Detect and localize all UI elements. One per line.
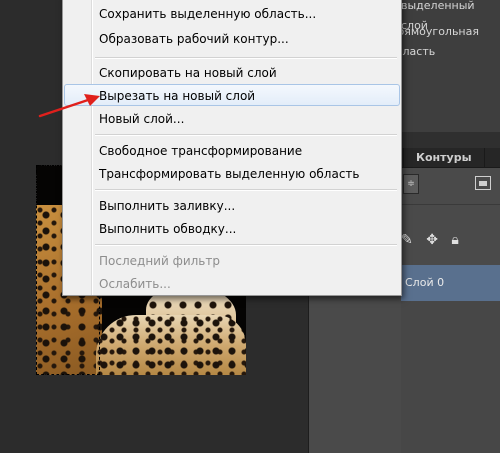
image-filter-icon[interactable]	[475, 176, 491, 190]
brush-lock-icon[interactable]: ✎	[401, 232, 413, 248]
menu-item-fill[interactable]: Выполнить заливку...	[65, 195, 399, 217]
kind-filter-select[interactable]: ≑	[403, 174, 419, 194]
menu-separator	[95, 189, 397, 191]
divider	[401, 204, 500, 205]
menu-item-save-selection[interactable]: Сохранить выделенную область...	[65, 3, 399, 25]
move-lock-icon[interactable]: ✥	[426, 232, 438, 248]
context-menu: Сохранить выделенную область... Образова…	[62, 0, 402, 296]
menu-separator	[95, 244, 397, 246]
menu-item-transform-selection[interactable]: Трансформировать выделенную область	[65, 163, 399, 185]
annotation-arrow	[38, 94, 100, 118]
tab-contours[interactable]: Контуры	[403, 148, 485, 168]
menu-item-make-work-path[interactable]: Образовать рабочий контур...	[65, 28, 399, 50]
menu-separator	[95, 134, 397, 136]
menu-item-new-layer[interactable]: Новый слой...	[65, 108, 399, 130]
layers-list-empty	[401, 301, 500, 453]
menu-item-stroke[interactable]: Выполнить обводку...	[65, 218, 399, 240]
menu-item-layer-via-cut[interactable]: Вырезать на новый слой	[64, 84, 400, 106]
leopard-body	[96, 315, 246, 375]
menu-item-free-transform[interactable]: Свободное трансформирование	[65, 140, 399, 162]
menu-item-fade: Ослабить...	[99, 277, 171, 291]
menu-separator	[95, 57, 397, 59]
lock-controls: ✎ ✥ 🔒︎	[401, 232, 468, 252]
layer-row-selected[interactable]: Слой 0	[401, 265, 500, 301]
menu-item-layer-via-copy[interactable]: Скопировать на новый слой	[65, 62, 399, 84]
menu-item-last-filter: Последний фильтр	[99, 254, 220, 268]
lock-icon[interactable]: 🔒︎	[451, 232, 458, 248]
